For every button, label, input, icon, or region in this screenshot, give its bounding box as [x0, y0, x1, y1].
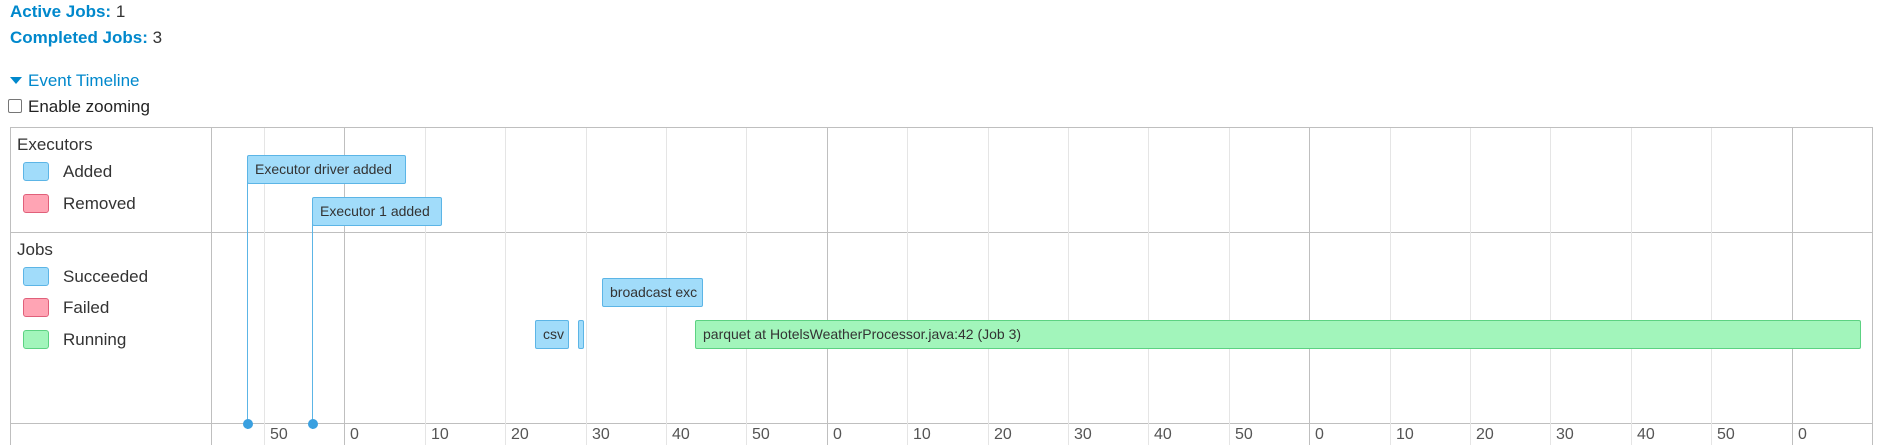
axis-tick-label: 20: [1476, 426, 1494, 443]
timeline-gridline: [1792, 128, 1793, 445]
axis-tick-label: 50: [752, 426, 770, 443]
timeline-axis-area[interactable]: Executor driver added Executor 1 added b…: [212, 128, 1872, 445]
axis-tick-label: 40: [1637, 426, 1655, 443]
enable-zooming-label: Enable zooming: [28, 97, 150, 116]
axis-tick-label: 30: [592, 426, 610, 443]
jobs-group-title: Jobs: [17, 240, 53, 259]
completed-jobs-label: Completed Jobs:: [10, 28, 148, 47]
caret-down-icon: [10, 76, 22, 84]
timeline-gridline: [1470, 128, 1471, 445]
timeline-gridline: [1631, 128, 1632, 445]
timeline-gridline: [1148, 128, 1149, 445]
legend-job-running: Running: [23, 329, 127, 350]
axis-tick-label: 0: [1798, 426, 1807, 443]
axis-tick-label: 30: [1556, 426, 1574, 443]
job-bar-csv[interactable]: csv: [535, 320, 569, 349]
axis-tick-label: 40: [1154, 426, 1172, 443]
executor-1-added-event[interactable]: Executor 1 added: [312, 197, 442, 226]
executor-driver-added-event[interactable]: Executor driver added: [247, 155, 406, 184]
job-bar-broadcast[interactable]: broadcast exc: [602, 278, 703, 307]
legend-label: Added: [63, 162, 113, 181]
timeline-gridline: [1068, 128, 1069, 445]
active-jobs-label: Active Jobs:: [10, 2, 112, 21]
executor-driver-axis-dot-icon: [243, 419, 253, 429]
active-jobs-summary: Active Jobs: 1: [10, 1, 125, 23]
job-bar-short[interactable]: [578, 320, 584, 349]
axis-tick-label: 50: [1235, 426, 1253, 443]
legend-job-succeeded: Succeeded: [23, 266, 149, 287]
executor-1-axis-dot-icon: [308, 419, 318, 429]
axis-tick-label: 30: [1074, 426, 1092, 443]
active-jobs-count: 1: [115, 2, 126, 21]
event-timeline-label: Event Timeline: [28, 71, 140, 90]
running-swatch-icon: [23, 329, 49, 349]
timeline-gridline: [586, 128, 587, 445]
legend-label: Running: [63, 330, 127, 349]
executor-1-added-marker: [312, 223, 313, 429]
timeline-gridline: [425, 128, 426, 445]
timeline-gridline: [827, 128, 828, 445]
axis-tick-label: 10: [1396, 426, 1414, 443]
timeline-gridline: [1711, 128, 1712, 445]
enable-zooming-checkbox[interactable]: [8, 98, 22, 113]
event-timeline[interactable]: Executors Added Removed Jobs Succeeded F…: [10, 127, 1873, 445]
legend-job-failed: Failed: [23, 297, 110, 318]
axis-tick-label: 50: [1717, 426, 1735, 443]
timeline-gridline: [505, 128, 506, 445]
axis-tick-label: 50: [270, 426, 288, 443]
enable-zooming-option[interactable]: Enable zooming: [8, 97, 150, 117]
axis-tick-label: 0: [350, 426, 359, 443]
timeline-gridline: [1229, 128, 1230, 445]
timeline-gridline: [1550, 128, 1551, 445]
removed-swatch-icon: [23, 193, 49, 213]
axis-tick-label: 20: [511, 426, 529, 443]
completed-jobs-summary: Completed Jobs: 3: [10, 27, 162, 49]
added-swatch-icon: [23, 161, 49, 181]
job-bar-parquet[interactable]: parquet at HotelsWeatherProcessor.java:4…: [695, 320, 1861, 349]
timeline-gridline: [907, 128, 908, 445]
executors-group-title: Executors: [17, 135, 93, 154]
axis-tick-label: 40: [672, 426, 690, 443]
axis-tick-label: 0: [833, 426, 842, 443]
executor-driver-added-marker: [247, 181, 248, 429]
timeline-gridline: [1390, 128, 1391, 445]
timeline-gridline: [1309, 128, 1310, 445]
legend-executor-removed: Removed: [23, 193, 136, 214]
axis-tick-label: 0: [1315, 426, 1324, 443]
legend-label: Failed: [63, 298, 110, 317]
timeline-gridline: [988, 128, 989, 445]
legend-label: Succeeded: [63, 267, 149, 286]
legend-label: Removed: [63, 194, 136, 213]
legend-executor-added: Added: [23, 161, 113, 182]
axis-tick-label: 10: [431, 426, 449, 443]
failed-swatch-icon: [23, 297, 49, 317]
axis-tick-label: 10: [913, 426, 931, 443]
succeeded-swatch-icon: [23, 266, 49, 286]
completed-jobs-count: 3: [152, 28, 163, 47]
axis-tick-label: 20: [994, 426, 1012, 443]
event-timeline-toggle[interactable]: Event Timeline: [10, 71, 140, 91]
timeline-gridline: [746, 128, 747, 445]
